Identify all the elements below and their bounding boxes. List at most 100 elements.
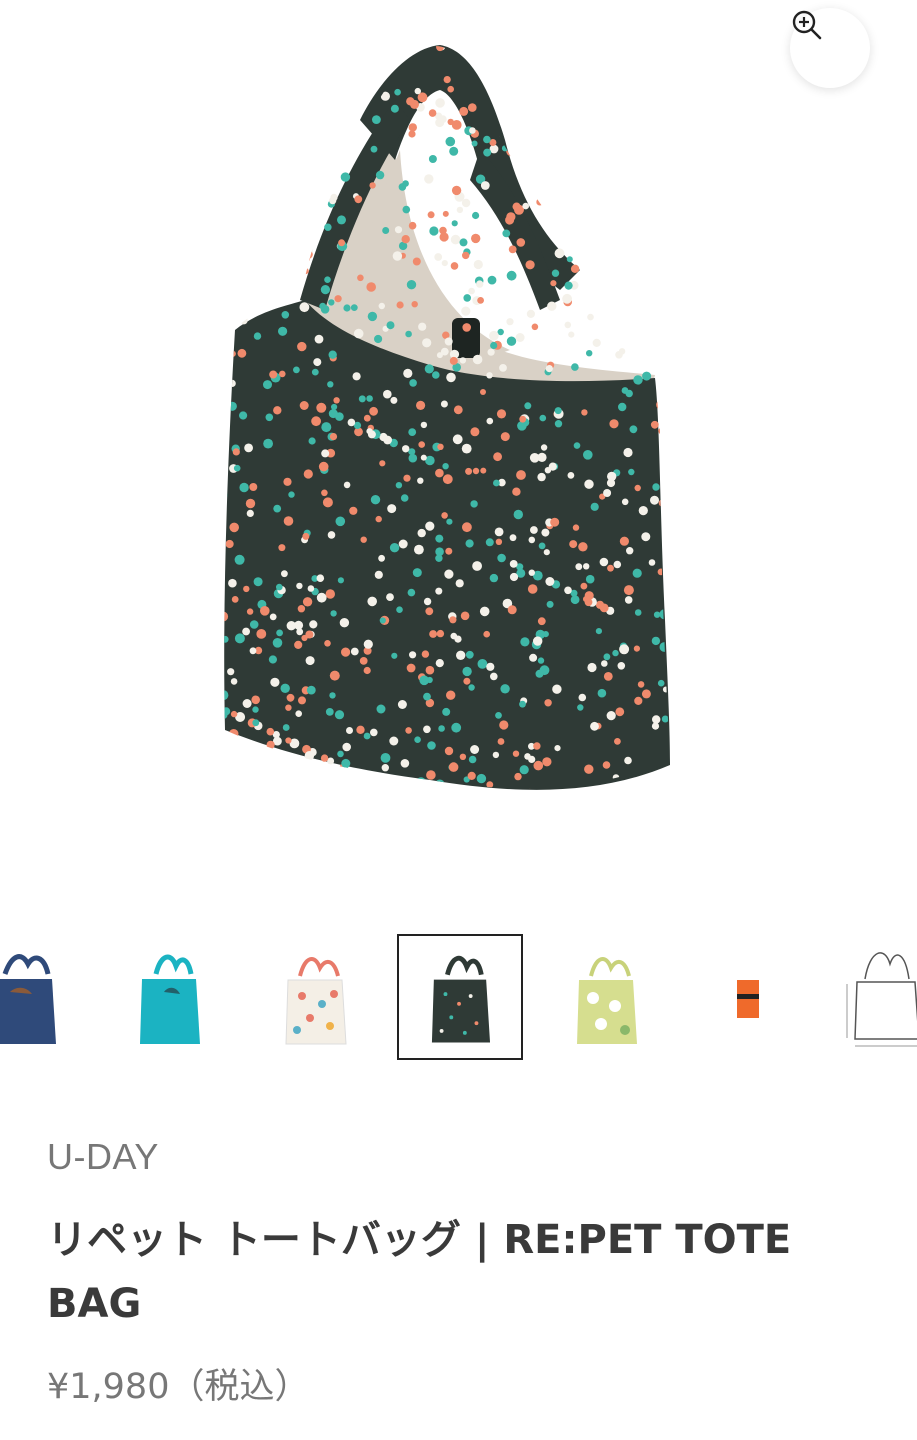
brand-name[interactable]: U-DAY bbox=[47, 1136, 159, 1178]
bag-dot bbox=[637, 681, 645, 688]
bag-dot bbox=[363, 414, 371, 422]
bag-dot bbox=[246, 509, 254, 517]
bag-dot bbox=[414, 544, 424, 555]
bag-dot bbox=[283, 477, 292, 486]
bag-dot bbox=[486, 662, 495, 671]
bag-dot bbox=[524, 753, 531, 760]
bag-dot bbox=[232, 738, 242, 749]
bag-dot bbox=[632, 185, 643, 195]
bag-dot bbox=[245, 498, 256, 509]
bag-dot bbox=[233, 189, 242, 198]
bag-dot bbox=[587, 662, 597, 673]
bag-dot bbox=[471, 233, 481, 244]
bag-dot bbox=[432, 371, 440, 379]
bag-dot bbox=[325, 589, 335, 599]
bag-dot bbox=[529, 453, 540, 463]
bag-dot bbox=[601, 660, 608, 667]
bag-dot bbox=[246, 608, 254, 615]
bag-dot bbox=[545, 577, 555, 586]
bag-dot bbox=[669, 602, 670, 612]
bag-dot bbox=[367, 311, 378, 322]
bag-dot bbox=[602, 227, 610, 235]
bag-dot bbox=[378, 554, 385, 562]
bag-dot bbox=[507, 605, 517, 615]
bag-dot bbox=[652, 211, 661, 219]
bag-dot bbox=[584, 764, 594, 774]
bag-dot bbox=[294, 785, 303, 789]
bag-dot bbox=[316, 402, 327, 413]
zoom-button[interactable] bbox=[790, 8, 870, 88]
bag-dot bbox=[333, 112, 340, 119]
bag-dot bbox=[527, 584, 538, 594]
bag-dot bbox=[264, 773, 274, 783]
bag-dot bbox=[293, 366, 300, 374]
bag-dot bbox=[546, 600, 554, 608]
thumbnail-yellow-green-pattern[interactable] bbox=[543, 934, 669, 1060]
bag-dot bbox=[366, 395, 373, 402]
bag-dot bbox=[337, 750, 344, 758]
bag-dot bbox=[653, 38, 660, 45]
bag-dot bbox=[626, 267, 636, 277]
thumbnail-size-diagram[interactable] bbox=[835, 934, 917, 1060]
bag-dot bbox=[621, 498, 629, 506]
bag-dot bbox=[567, 472, 575, 479]
bag-dot bbox=[518, 152, 528, 162]
bag-dot bbox=[442, 463, 449, 470]
bag-dot bbox=[521, 158, 531, 169]
bag-dot bbox=[581, 409, 588, 416]
bag-dot bbox=[327, 531, 336, 539]
bag-dot bbox=[242, 699, 252, 708]
bag-dot bbox=[347, 418, 356, 427]
bag-dot bbox=[472, 211, 480, 220]
bag-dot bbox=[272, 163, 283, 173]
bag-dot bbox=[595, 628, 603, 635]
bag-dot bbox=[451, 185, 462, 196]
bag-dot bbox=[446, 690, 456, 700]
bag-dot bbox=[381, 764, 389, 772]
bag-dot bbox=[224, 232, 232, 240]
bag-dot bbox=[398, 539, 408, 549]
bag-dot bbox=[341, 758, 351, 768]
bag-dot bbox=[558, 166, 567, 176]
bag-dot bbox=[597, 253, 605, 262]
thumbnail-carousel[interactable] bbox=[0, 930, 917, 1062]
bag-dot bbox=[515, 333, 525, 342]
bag-dot bbox=[513, 796, 520, 803]
product-main-image[interactable] bbox=[0, 0, 917, 900]
thumbnail-turquoise[interactable] bbox=[106, 934, 232, 1060]
bag-dot bbox=[349, 506, 358, 515]
bag-dot bbox=[346, 129, 356, 139]
bag-dot bbox=[586, 136, 595, 144]
bag-dot bbox=[400, 494, 409, 502]
bag-dot bbox=[370, 495, 381, 505]
bag-dot bbox=[406, 280, 417, 290]
bag-dot bbox=[665, 482, 670, 491]
bag-dot bbox=[281, 570, 288, 578]
bag-dot bbox=[254, 65, 264, 76]
bag-dot bbox=[383, 435, 392, 445]
bag-dot bbox=[409, 651, 417, 659]
bag-dot bbox=[230, 710, 238, 718]
bag-dot bbox=[224, 462, 228, 470]
bag-dot bbox=[412, 257, 421, 266]
bag-dot bbox=[402, 445, 410, 453]
bag-dot bbox=[311, 416, 321, 427]
bag-dot bbox=[585, 574, 595, 584]
bag-dot bbox=[234, 633, 245, 644]
bag-dot bbox=[509, 534, 517, 542]
thumbnail-navy[interactable] bbox=[0, 934, 86, 1060]
bag-dot bbox=[260, 606, 270, 616]
thumbnail-orange-pouch[interactable] bbox=[689, 934, 815, 1060]
thumbnail-dark-green-dots[interactable] bbox=[397, 934, 523, 1060]
bag-dot bbox=[414, 87, 421, 95]
bag-dot bbox=[289, 45, 299, 54]
bag-dot bbox=[307, 585, 315, 592]
bag-dot bbox=[523, 93, 533, 103]
bag-dot bbox=[313, 358, 322, 367]
bag-dot bbox=[386, 321, 395, 330]
thumbnail-white-pattern[interactable] bbox=[252, 934, 378, 1060]
bag-dot bbox=[396, 606, 403, 613]
bag-dot bbox=[224, 223, 230, 230]
bag-dot bbox=[380, 753, 391, 763]
bag-dot bbox=[651, 280, 659, 288]
